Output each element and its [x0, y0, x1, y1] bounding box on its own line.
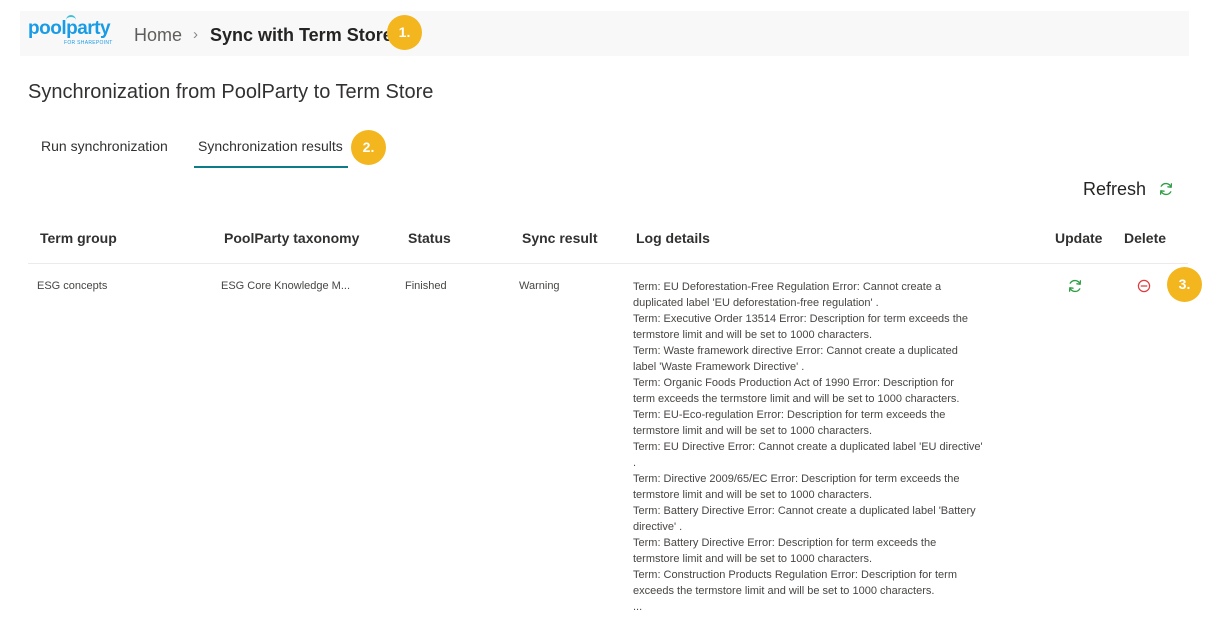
log-line: Term: EU Deforestation-Free Regulation E… [633, 281, 942, 309]
log-line: Term: Waste framework directive Error: C… [633, 345, 958, 373]
column-header-taxonomy: PoolParty taxonomy [224, 230, 360, 246]
log-line: Term: Organic Foods Production Act of 19… [633, 377, 960, 405]
header-bar: poolparty FOR SHAREPOINT Home › Sync wit… [20, 11, 1189, 56]
cell-term-group: ESG concepts [37, 280, 108, 292]
column-header-status: Status [408, 230, 451, 246]
cell-sync-result: Warning [519, 280, 560, 292]
log-line: ... [633, 601, 643, 613]
delete-minus-circle-icon[interactable] [1136, 278, 1152, 294]
refresh-button[interactable]: Refresh [1083, 178, 1146, 200]
cell-log-details: Term: EU Deforestation-Free Regulation E… [633, 279, 1013, 615]
column-header-term-group: Term group [40, 230, 117, 246]
cell-taxonomy: ESG Core Knowledge M... [221, 280, 351, 292]
log-line: Term: EU Directive Error: Cannot create … [633, 441, 983, 469]
log-line: Term: Construction Products Regulation E… [633, 569, 958, 597]
logo-subtext: FOR SHAREPOINT [64, 40, 113, 46]
log-line: Term: Battery Directive Error: Descripti… [633, 537, 937, 565]
breadcrumb-home[interactable]: Home [134, 24, 182, 46]
column-header-update: Update [1055, 230, 1103, 246]
cell-status: Finished [405, 280, 447, 292]
column-header-delete: Delete [1124, 230, 1167, 246]
page-title: Synchronization from PoolParty to Term S… [28, 81, 434, 103]
table-divider [28, 263, 1188, 264]
breadcrumb-chevron-icon: › [193, 26, 198, 43]
log-line: Term: Executive Order 13514 Error: Descr… [633, 313, 969, 341]
tab-run-synchronization[interactable]: Run synchronization [41, 137, 168, 155]
column-header-log-details: Log details [636, 230, 710, 246]
poolparty-logo[interactable]: poolparty FOR SHAREPOINT [28, 15, 112, 48]
log-line: Term: Battery Directive Error: Cannot cr… [633, 505, 976, 533]
breadcrumb-current: Sync with Term Store [210, 25, 393, 45]
annotation-badge-1: 1. [387, 15, 422, 50]
annotation-badge-3: 3. [1167, 267, 1202, 302]
annotation-badge-2: 2. [351, 130, 386, 165]
logo-text: poolparty [28, 18, 111, 39]
refresh-sync-icon[interactable] [1158, 181, 1174, 197]
tab-synchronization-results[interactable]: Synchronization results [198, 137, 343, 155]
column-header-sync-result: Sync result [522, 230, 598, 246]
log-line: Term: Directive 2009/65/EC Error: Descri… [633, 473, 960, 501]
active-tab-indicator [194, 166, 348, 168]
log-line: Term: EU-Eco-regulation Error: Descripti… [633, 409, 946, 437]
update-sync-icon[interactable] [1067, 278, 1083, 294]
